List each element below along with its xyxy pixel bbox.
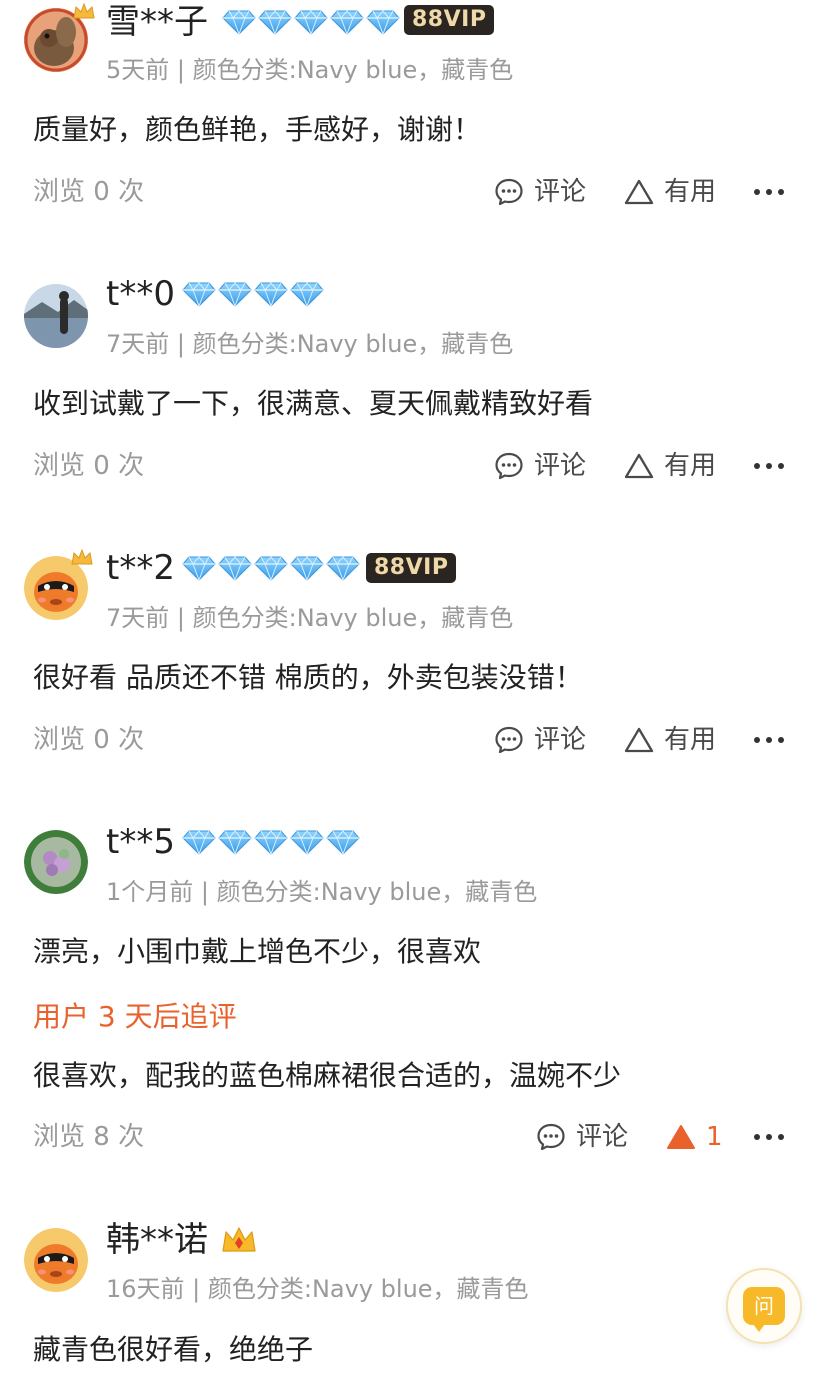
review-content: 很好看 品质还不错 棉质的，外卖包装没错！ <box>33 661 583 694</box>
diamond-level-badges <box>182 827 360 857</box>
comment-label: 评论 <box>576 1122 629 1152</box>
comment-button[interactable]: 评论 <box>494 176 586 208</box>
view-count: 浏览 0 次 <box>33 177 145 207</box>
username[interactable]: t**2 <box>106 548 175 588</box>
avatar[interactable] <box>24 1228 88 1292</box>
comment-icon <box>494 177 524 207</box>
useful-count: 1 <box>706 1122 723 1152</box>
diamond-icon <box>254 555 288 581</box>
diamond-icon <box>218 555 252 581</box>
useful-button[interactable]: 1 <box>666 1121 723 1153</box>
crown-icon <box>72 2 96 20</box>
useful-button[interactable]: 有用 <box>624 450 716 482</box>
more-icon[interactable] <box>752 735 786 745</box>
useful-button[interactable]: 有用 <box>624 724 716 756</box>
diamond-level-badges <box>182 553 360 583</box>
diamond-icon <box>182 555 216 581</box>
view-count: 浏览 8 次 <box>33 1122 145 1152</box>
useful-label: 有用 <box>664 177 717 207</box>
more-icon[interactable] <box>752 1132 786 1142</box>
ask-label: 问 <box>754 1294 774 1318</box>
useful-active-icon <box>666 1123 696 1151</box>
review-meta: 7天前 | 颜色分类:Navy blue，藏青色 <box>106 604 514 632</box>
useful-icon <box>624 726 654 754</box>
diamond-icon <box>218 281 252 307</box>
username[interactable]: t**5 <box>106 822 175 862</box>
diamond-icon <box>326 829 360 855</box>
diamond-icon <box>218 829 252 855</box>
diamond-icon <box>366 9 400 35</box>
comment-label: 评论 <box>534 451 587 481</box>
username[interactable]: 雪**子 <box>106 2 208 42</box>
more-icon[interactable] <box>752 461 786 471</box>
comment-icon <box>494 725 524 755</box>
diamond-level-badges <box>222 7 400 37</box>
useful-icon <box>624 452 654 480</box>
comment-button[interactable]: 评论 <box>494 724 586 756</box>
review-content: 藏青色很好看，绝绝子 <box>33 1333 314 1366</box>
diamond-icon <box>326 555 360 581</box>
diamond-icon <box>330 9 364 35</box>
followup-content: 很喜欢，配我的蓝色棉麻裙很合适的，温婉不少 <box>33 1059 622 1092</box>
review-content: 质量好，颜色鲜艳，手感好，谢谢！ <box>33 113 482 146</box>
question-chat-icon: 问 <box>743 1287 785 1332</box>
vip-badge: 88VIP <box>404 5 495 35</box>
view-count: 浏览 0 次 <box>33 451 145 481</box>
more-icon[interactable] <box>752 187 786 197</box>
view-count: 浏览 0 次 <box>33 725 145 755</box>
review-meta: 16天前 | 颜色分类:Navy blue，藏青色 <box>106 1275 529 1303</box>
diamond-icon <box>290 555 324 581</box>
ask-question-button[interactable]: 问 <box>726 1268 802 1344</box>
comment-icon <box>536 1122 566 1152</box>
diamond-icon <box>182 281 216 307</box>
crown-icon <box>222 1227 256 1252</box>
diamond-icon <box>254 829 288 855</box>
review-content: 漂亮，小围巾戴上增色不少，很喜欢 <box>33 935 482 968</box>
username[interactable]: 韩**诺 <box>106 1220 208 1260</box>
diamond-icon <box>290 281 324 307</box>
followup-label: 用户 3 天后追评 <box>33 1000 237 1033</box>
diamond-icon <box>258 9 292 35</box>
comment-button[interactable]: 评论 <box>494 450 586 482</box>
comment-button[interactable]: 评论 <box>536 1121 628 1153</box>
useful-label: 有用 <box>664 725 717 755</box>
review-meta: 5天前 | 颜色分类:Navy blue，藏青色 <box>106 56 514 84</box>
diamond-icon <box>254 281 288 307</box>
diamond-icon <box>222 9 256 35</box>
useful-icon <box>624 178 654 206</box>
diamond-level-badges <box>182 279 324 309</box>
comment-label: 评论 <box>534 177 587 207</box>
useful-button[interactable]: 有用 <box>624 176 716 208</box>
useful-label: 有用 <box>664 451 717 481</box>
avatar[interactable] <box>24 284 88 348</box>
comment-icon <box>494 451 524 481</box>
diamond-icon <box>182 829 216 855</box>
review-meta: 7天前 | 颜色分类:Navy blue，藏青色 <box>106 330 514 358</box>
comment-label: 评论 <box>534 725 587 755</box>
vip-badge: 88VIP <box>366 553 457 583</box>
diamond-icon <box>290 829 324 855</box>
review-content: 收到试戴了一下，很满意、夏天佩戴精致好看 <box>33 387 594 420</box>
diamond-icon <box>294 9 328 35</box>
crown-badge <box>220 1224 258 1254</box>
crown-icon <box>70 548 94 566</box>
review-meta: 1个月前 | 颜色分类:Navy blue，藏青色 <box>106 878 538 906</box>
avatar[interactable] <box>24 830 88 894</box>
username[interactable]: t**0 <box>106 274 175 314</box>
